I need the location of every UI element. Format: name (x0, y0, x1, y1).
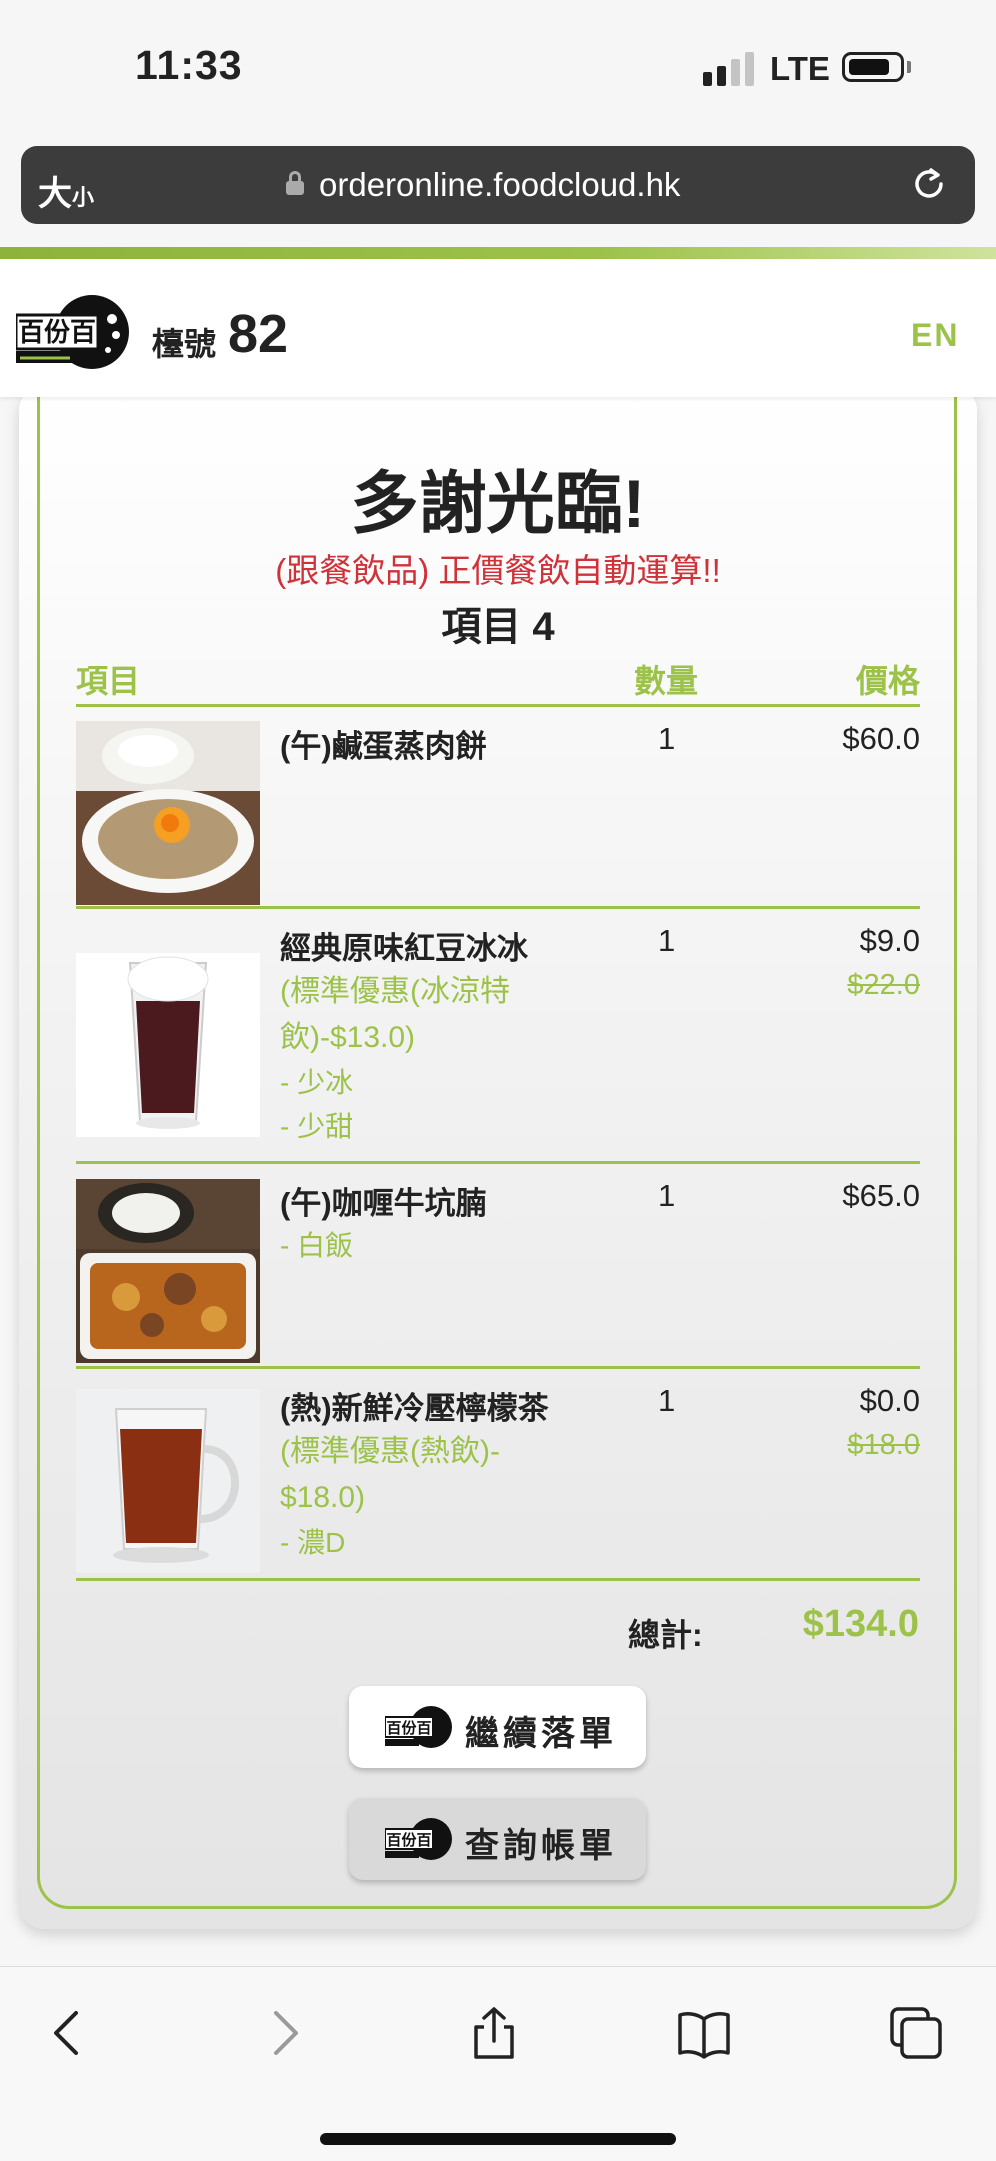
item-qty: 1 (658, 721, 676, 756)
logo-text: 百份百 (18, 318, 96, 348)
battery-icon (842, 52, 904, 82)
item-options: (標準優惠(冰涼特 飲)-$13.0) - 少冰 - 少甜 (280, 969, 570, 1149)
browser-toolbar (0, 1966, 996, 2161)
order-row: (午)咖喱牛坑腩 - 白飯 1 $65.0 (76, 1164, 920, 1369)
total-label: 總計: (628, 1617, 703, 1653)
page-header: 百份百 檯號 82 EN (0, 259, 996, 397)
item-qty: 1 (658, 1383, 676, 1418)
logo-text: 百份百 (386, 1719, 431, 1737)
status-time: 11:33 (135, 42, 243, 88)
order-row: (午)鹹蛋蒸肉餅 1 $60.0 (76, 707, 920, 909)
item-option-line: (標準優惠(熱飲)- (280, 1435, 500, 1468)
item-price: $60.0 (842, 721, 920, 756)
item-price: $9.0 (859, 923, 920, 958)
home-indicator (320, 2133, 676, 2145)
item-price: $65.0 (842, 1178, 920, 1213)
status-bar: 11:33 LTE (0, 0, 996, 140)
table-header: 項目 數量 價格 (76, 654, 920, 707)
tabs-icon[interactable] (888, 2005, 944, 2061)
share-icon[interactable] (466, 2005, 522, 2061)
order-row: 經典原味紅豆冰冰 (標準優惠(冰涼特 飲)-$13.0) - 少冰 - 少甜 1… (76, 909, 920, 1164)
item-original-price: $18.0 (847, 1429, 920, 1461)
item-options: (標準優惠(熱飲)- $18.0) - 濃D (280, 1429, 570, 1565)
item-option-line: 飲)-$13.0) (280, 1021, 416, 1054)
item-original-price: $22.0 (847, 969, 920, 1001)
item-name: (午)咖喱牛坑腩 (280, 1186, 487, 1221)
brand-strip (0, 247, 996, 259)
drink-notice: (跟餐飲品) 正價餐飲自動運算!! (275, 552, 721, 589)
item-option-line: (標準優惠(冰涼特 (280, 975, 510, 1008)
text-size-button[interactable]: 大小 (38, 166, 94, 215)
item-qty: 1 (658, 1178, 676, 1213)
column-item: 項目 (76, 663, 141, 699)
cafe-logo-icon: 百份百 (385, 1706, 452, 1748)
address-bar[interactable]: 大小 orderonline.foodcloud.hk (21, 146, 975, 224)
network-type: LTE (770, 50, 830, 87)
cafe-logo-icon: 百份百 (385, 1818, 452, 1860)
logo-text: 百份百 (386, 1831, 431, 1849)
dish-photo-curry-beef-brisket (76, 1179, 260, 1363)
dish-photo-steamed-pork-patty (76, 721, 260, 905)
item-name: (熱)新鮮冷壓檸檬茶 (280, 1391, 549, 1426)
table-number: 82 (228, 304, 289, 364)
continue-order-button[interactable]: 百份百 繼續落單 (349, 1686, 646, 1768)
item-name: (午)鹹蛋蒸肉餅 (280, 729, 487, 764)
cellular-signal-icon (703, 52, 755, 86)
column-qty: 數量 (634, 663, 699, 699)
table-label: 檯號 (152, 326, 217, 362)
item-options: - 白飯 (280, 1224, 570, 1268)
view-bill-button[interactable]: 百份百 查詢帳單 (349, 1798, 646, 1880)
lock-icon (286, 171, 304, 195)
continue-order-label: 繼續落單 (465, 1715, 617, 1753)
dish-photo-lemon-tea (76, 1389, 260, 1573)
item-name: 經典原味紅豆冰冰 (280, 931, 528, 966)
dish-photo-red-bean-ice (76, 953, 260, 1137)
thanks-heading: 多謝光臨! (350, 466, 646, 542)
order-row: (熱)新鮮冷壓檸檬茶 (標準優惠(熱飲)- $18.0) - 濃D 1 $0.0… (76, 1369, 920, 1581)
item-modifier: - 少冰 (280, 1067, 354, 1098)
column-price: 價格 (855, 663, 920, 699)
forward-icon[interactable] (256, 2005, 312, 2061)
item-option-line: $18.0) (280, 1481, 366, 1514)
back-icon[interactable] (40, 2005, 96, 2061)
view-bill-label: 查詢帳單 (465, 1827, 617, 1865)
battery-tip (907, 61, 911, 73)
reload-icon[interactable] (909, 164, 949, 204)
item-qty: 1 (658, 923, 676, 958)
item-modifier: - 濃D (280, 1527, 346, 1558)
item-price: $0.0 (859, 1383, 920, 1418)
item-modifier: - 白飯 (280, 1230, 354, 1261)
bookmarks-icon[interactable] (676, 2005, 732, 2061)
cafe-logo[interactable]: 百份百 (16, 295, 136, 369)
item-modifier: - 少甜 (280, 1111, 354, 1142)
total-value: $134.0 (802, 1603, 919, 1645)
item-count: 項目 4 (441, 605, 555, 649)
url-text[interactable]: orderonline.foodcloud.hk (319, 166, 680, 204)
language-toggle[interactable]: EN (911, 317, 959, 354)
